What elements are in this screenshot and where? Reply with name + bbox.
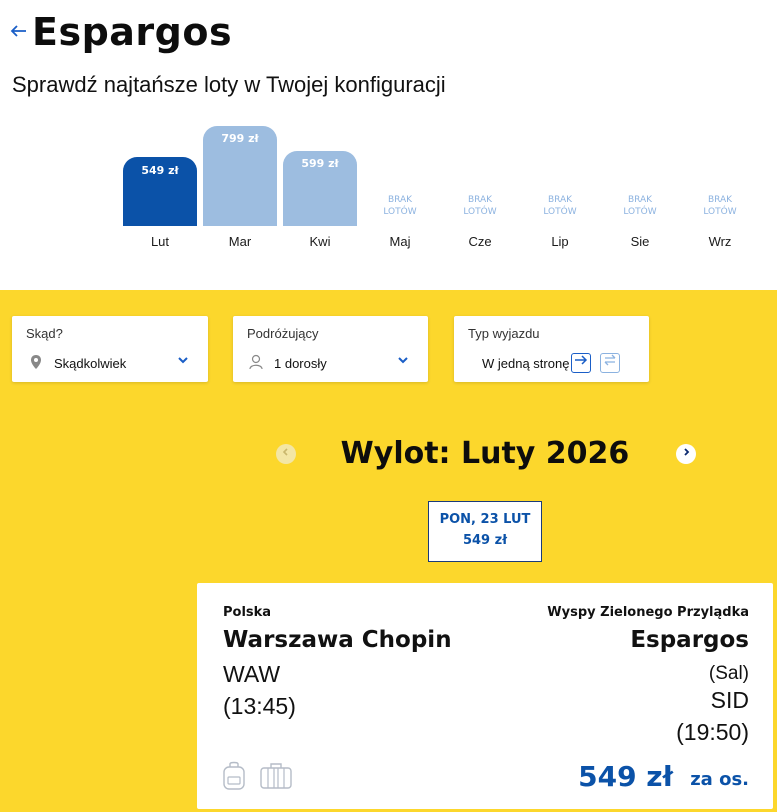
origin-label: Skąd? [26,326,63,341]
swap-arrows-icon[interactable] [600,353,620,373]
destination-code: SID [710,687,749,713]
price-bar-label: 549 zł [141,164,179,177]
trip-type-label: Typ wyjazdu [468,326,540,341]
month-label: Lip [551,234,569,249]
flight-card[interactable]: Polska Warszawa Chopin WAW (13:45) Wyspy… [197,583,773,809]
origin-time: (13:45) [223,693,296,719]
chart-month-4: BRAK LOTÓW Cze [440,112,520,262]
destination-time: (19:50) [676,719,749,745]
trip-type-value: W jedną stronę [482,356,570,371]
per-person-label: za os. [690,769,749,790]
chart-month-6: BRAK LOTÓW Sie [600,112,680,262]
month-label: Kwi [309,234,331,249]
chevron-left-icon[interactable] [276,444,296,464]
origin-field[interactable]: Skąd? Skądkolwiek [12,316,208,382]
chart-month-5: BRAK LOTÓW Lip [520,112,600,262]
no-flights-label: BRAK LOTÓW [703,195,737,217]
backpack-icon [221,759,247,791]
person-icon [249,354,265,372]
page-title: Espargos [32,10,233,54]
chevron-down-icon[interactable] [176,352,190,366]
suitcase-icon [259,759,293,791]
origin-city: Warszawa Chopin [223,627,452,653]
location-pin-icon [30,354,46,372]
destination-city: Espargos [630,627,749,653]
month-label: Maj [389,234,411,249]
chart-month-0[interactable]: 549 zł Lut [120,112,200,262]
day-date: PON, 23 LUT [439,512,531,527]
month-label: Cze [468,234,492,249]
origin-code: WAW [223,661,281,687]
chart-month-7: BRAK LOTÓW Wrz [680,112,760,262]
price-bar-label: 799 zł [221,132,259,145]
selected-day-card[interactable]: PON, 23 LUT 549 zł [428,501,542,562]
departure-month-title: Wylot: Luty 2026 [340,436,630,471]
origin-value: Skądkolwiek [54,356,127,371]
no-flights-label: BRAK LOTÓW [463,195,497,217]
chevron-down-icon[interactable] [396,352,410,366]
destination-country: Wyspy Zielonego Przylądka [547,605,749,620]
travelers-label: Podróżujący [247,326,319,341]
arrow-right-icon[interactable] [571,353,591,373]
travelers-field[interactable]: Podróżujący 1 dorosły [233,316,428,382]
no-flights-label: BRAK LOTÓW [383,195,417,217]
chart-month-1[interactable]: 799 zł Mar [200,112,280,262]
month-label: Lut [150,234,170,249]
chevron-right-icon[interactable] [676,444,696,464]
no-flights-label: BRAK LOTÓW [623,195,657,217]
chart-month-2[interactable]: 599 zł Kwi [280,112,360,262]
flight-price: 549 zł [578,760,673,793]
chart-month-3: BRAK LOTÓW Maj [360,112,440,262]
page-subtitle: Sprawdź najtańsze loty w Twojej konfigur… [12,72,446,97]
trip-type-field[interactable]: Typ wyjazdu W jedną stronę [454,316,649,382]
origin-country: Polska [223,605,272,620]
travelers-value: 1 dorosły [274,356,327,371]
monthly-price-chart: 549 zł Lut 799 zł Mar 599 zł Kwi BRAK LOTÓW Maj B… [120,112,770,262]
arrow-left-icon[interactable] [10,18,32,44]
month-label: Wrz [708,234,732,249]
month-label: Sie [630,234,650,249]
day-price: 549 zł [462,533,508,548]
no-flights-label: BRAK LOTÓW [543,195,577,217]
month-label: Mar [228,234,252,249]
price-bar-label: 599 zł [301,157,339,170]
